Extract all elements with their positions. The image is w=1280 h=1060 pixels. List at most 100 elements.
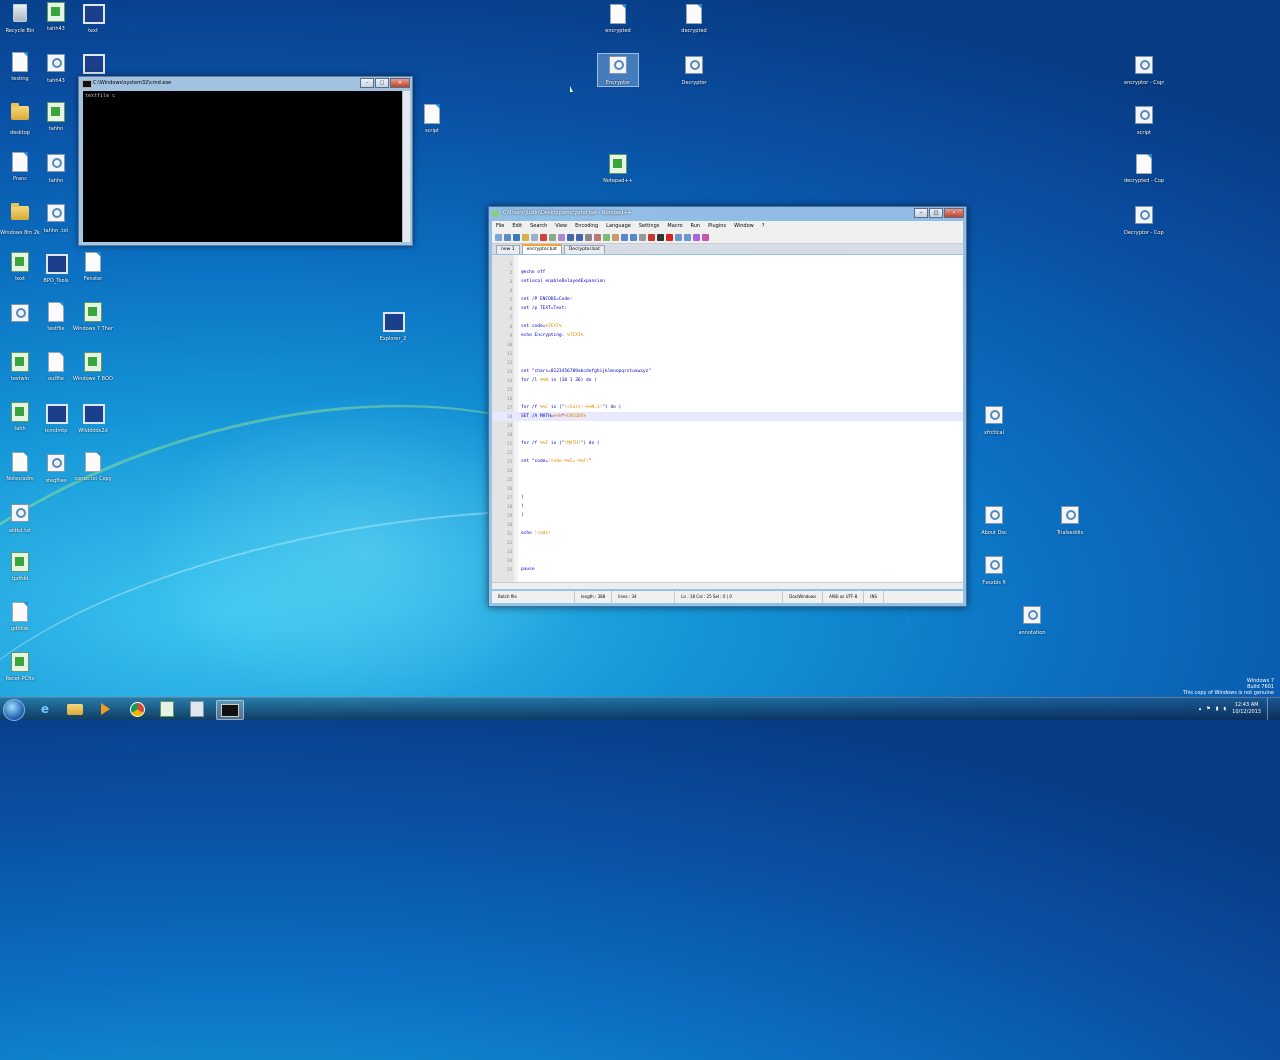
desktop-icon[interactable]: tahhn — [36, 152, 76, 184]
desktop-icon[interactable]: Fxsxbis fi — [974, 554, 1014, 586]
code-line[interactable]: 26 — [492, 484, 963, 493]
toolbar-button-icon[interactable] — [630, 233, 637, 241]
menu-item[interactable]: Edit — [508, 221, 526, 231]
desktop-icon[interactable]: aldkd.txt — [0, 502, 40, 534]
toolbar-button-icon[interactable] — [675, 233, 682, 241]
code-line[interactable]: 33 — [492, 547, 963, 556]
code-line[interactable]: 18 SET /A MATH=%%N*%ENCODE% — [492, 412, 963, 421]
desktop-icon[interactable]: Windows 7 Themes — [73, 302, 113, 332]
close-button[interactable]: ✕ — [390, 78, 410, 88]
taskbar-explorer-icon[interactable] — [62, 700, 88, 718]
console-window[interactable]: C:\Windows\system32\cmd.exe – □ ✕ textfi… — [78, 76, 413, 246]
taskbar-chrome-icon[interactable] — [124, 700, 150, 718]
toolbar-button-icon[interactable] — [540, 233, 547, 241]
desktop-icon[interactable]: testwin — [0, 352, 40, 382]
desktop-icon[interactable]: Trialseddix — [1050, 504, 1090, 536]
desktop-icon[interactable]: Recet-PCfix — [0, 652, 40, 682]
code-line[interactable]: 32 — [492, 538, 963, 547]
desktop-icon[interactable]: Wlidddds2d — [73, 402, 113, 434]
toolbar-button-icon[interactable] — [585, 233, 592, 241]
code-line[interactable]: 5 set /P ENCODE=Code: — [492, 295, 963, 304]
notepad-window[interactable]: C:\Users\Justin\Desktop\encryptor.bat - … — [488, 206, 967, 607]
taskbar-cmd-icon[interactable] — [216, 700, 244, 720]
menu-item[interactable]: Run — [687, 221, 705, 231]
close-button[interactable]: ✕ — [944, 208, 964, 218]
code-line[interactable]: 19 — [492, 421, 963, 430]
code-line[interactable]: 1 — [492, 259, 963, 268]
code-line[interactable]: 34 — [492, 556, 963, 565]
clock[interactable]: 12:43 AM 10/12/2013 — [1232, 702, 1261, 716]
desktop-icon[interactable]: tahh43 — [36, 52, 76, 84]
toolbar-button-icon[interactable] — [576, 233, 583, 241]
desktop-icon[interactable]: Notes/adm — [0, 452, 40, 482]
desktop-icon[interactable]: script — [412, 104, 452, 134]
toolbar-button-icon[interactable] — [522, 233, 529, 241]
desktop-icon[interactable]: tahhn .txt — [36, 202, 76, 234]
maximize-button[interactable]: □ — [929, 208, 943, 218]
code-line[interactable]: 4 — [492, 286, 963, 295]
code-line[interactable]: 22 — [492, 448, 963, 457]
horizontal-scrollbar[interactable] — [492, 582, 963, 589]
menu-item[interactable]: Language — [602, 221, 635, 231]
code-line[interactable]: 8 set code=%TEXT% — [492, 322, 963, 331]
desktop-icon[interactable]: encryptor - Copy — [1124, 54, 1164, 86]
file-tab[interactable]: encryptor.bat — [521, 244, 562, 254]
toolbar-button-icon[interactable] — [648, 233, 655, 241]
desktop-icon[interactable] — [0, 302, 40, 328]
desktop-icon[interactable]: tcmdmtp — [36, 402, 76, 434]
menu-item[interactable]: Settings — [635, 221, 664, 231]
desktop-icon[interactable]: Decryptor — [674, 54, 714, 86]
toolbar-button-icon[interactable] — [612, 233, 619, 241]
toolbar-button-icon[interactable] — [702, 233, 709, 241]
toolbar-button-icon[interactable] — [567, 233, 574, 241]
desktop-icon[interactable]: decrypted — [674, 4, 714, 34]
code-line[interactable]: 3 setlocal enableDelayedExpansion — [492, 277, 963, 286]
toolbar-button-icon[interactable] — [684, 233, 691, 241]
toolbar-button-icon[interactable] — [504, 233, 511, 241]
taskbar-media-player-icon[interactable] — [92, 700, 118, 718]
file-tab[interactable]: new 1 — [496, 245, 520, 254]
code-line[interactable]: 20 — [492, 430, 963, 439]
notepad-titlebar[interactable]: C:\Users\Justin\Desktop\encryptor.bat - … — [489, 207, 966, 219]
menu-item[interactable]: Macro — [663, 221, 686, 231]
tray-volume-icon[interactable]: ◖ — [1224, 706, 1227, 712]
desktop-icon[interactable]: tahh — [0, 402, 40, 432]
desktop-icon[interactable]: decrypted - Copy — [1124, 154, 1164, 184]
taskbar-app-icon[interactable] — [184, 700, 210, 718]
toolbar-button-icon[interactable] — [513, 233, 520, 241]
desktop-icon[interactable]: desktop — [0, 102, 40, 136]
toolbar-button-icon[interactable] — [657, 233, 664, 241]
desktop-icon[interactable]: About Dsc — [974, 504, 1014, 536]
code-line[interactable]: 31 echo !code! — [492, 529, 963, 538]
code-line[interactable]: 17 for /f %%C in ("!chars:~%%N,1!") do ( — [492, 403, 963, 412]
desktop-icon[interactable]: tpdfdd — [0, 552, 40, 582]
desktop-icon[interactable]: tahh43 — [36, 2, 76, 32]
toolbar-button-icon[interactable] — [603, 233, 610, 241]
code-line[interactable]: 7 — [492, 313, 963, 322]
minimize-button[interactable]: – — [360, 78, 374, 88]
desktop-icon[interactable]: Notepad++ — [598, 154, 638, 184]
file-tab[interactable]: Decryptor.bat — [563, 245, 605, 254]
toolbar-button-icon[interactable] — [639, 233, 646, 241]
desktop-icon[interactable]: conso.txt Copy — [73, 452, 113, 482]
menu-item[interactable]: Plugins — [704, 221, 730, 231]
console-scrollbar[interactable] — [402, 91, 410, 242]
menu-item[interactable]: File — [492, 221, 508, 231]
toolbar-button-icon[interactable] — [558, 233, 565, 241]
desktop-icon[interactable]: encrypted — [598, 4, 638, 34]
desktop-icon[interactable]: Explorer_2 — [373, 310, 413, 342]
menu-item[interactable]: Search — [526, 221, 551, 231]
code-line[interactable]: 15 — [492, 385, 963, 394]
desktop-icon[interactable]: Windows 7 BOOMstl — [73, 352, 113, 382]
code-line[interactable]: 2 @echo off — [492, 268, 963, 277]
code-line[interactable]: 25 — [492, 475, 963, 484]
start-button[interactable] — [3, 699, 25, 721]
taskbar-ie-icon[interactable]: e — [32, 700, 58, 718]
desktop-icon[interactable]: Pranc — [0, 152, 40, 182]
desktop-icon[interactable]: annotation — [1012, 604, 1052, 636]
minimize-button[interactable]: – — [914, 208, 928, 218]
desktop-icon[interactable]: testing — [0, 52, 40, 82]
menu-item[interactable]: ? — [758, 221, 769, 231]
desktop-icon[interactable]: tahhn — [36, 102, 76, 132]
toolbar-button-icon[interactable] — [693, 233, 700, 241]
